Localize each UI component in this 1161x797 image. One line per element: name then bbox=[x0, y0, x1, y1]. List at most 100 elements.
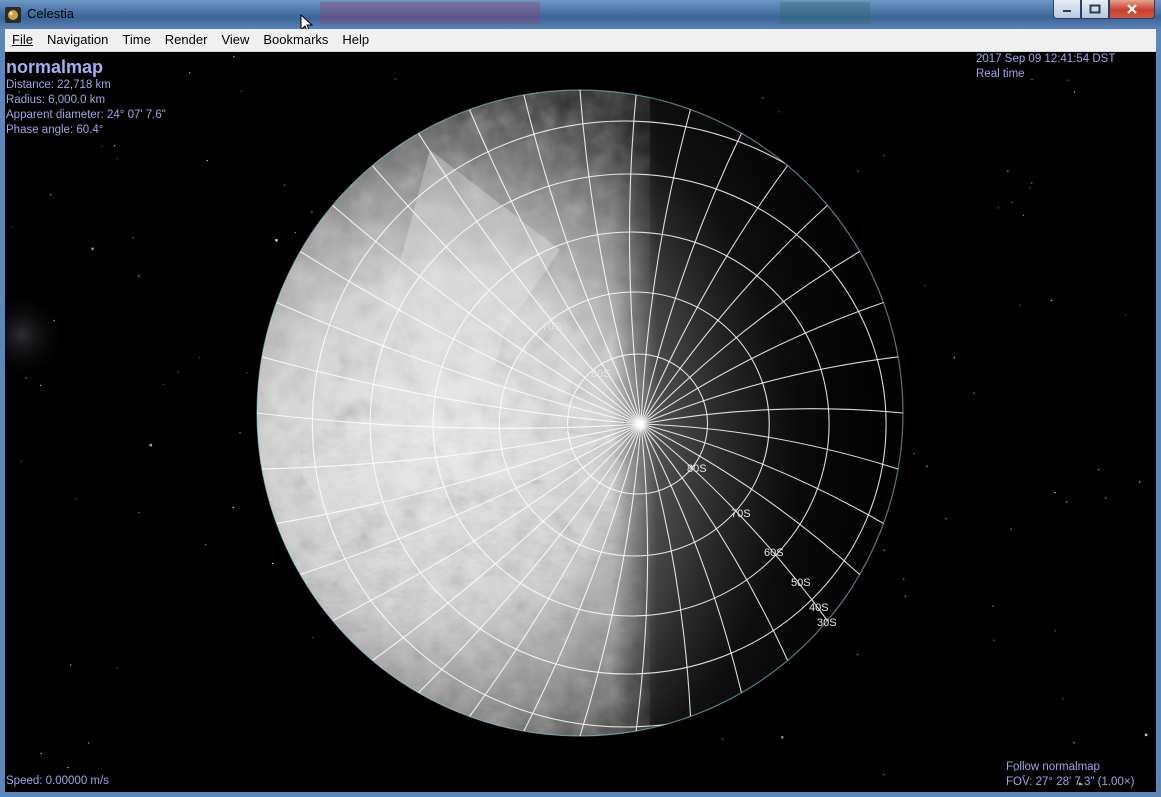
background-window-ghost bbox=[320, 2, 540, 24]
star bbox=[39, 384, 42, 387]
star bbox=[69, 664, 72, 666]
star bbox=[1098, 468, 1100, 471]
star bbox=[857, 170, 859, 172]
star bbox=[1062, 697, 1064, 700]
distance-readout: Distance: 22,718 km bbox=[6, 79, 111, 91]
star bbox=[1019, 304, 1021, 306]
close-button[interactable] bbox=[1109, 0, 1155, 19]
minimize-icon bbox=[1063, 10, 1071, 12]
celestia-app-icon[interactable] bbox=[5, 7, 21, 23]
star bbox=[973, 392, 975, 394]
star bbox=[75, 498, 77, 500]
planet-scene[interactable]: 70S 80S 80S 70S 60S 50S 40S 30S bbox=[5, 52, 1156, 792]
star bbox=[1054, 630, 1057, 632]
star bbox=[198, 356, 200, 358]
star bbox=[294, 231, 297, 234]
grid-label: 80S bbox=[591, 368, 611, 380]
menu-help[interactable]: Help bbox=[335, 29, 376, 51]
star bbox=[780, 735, 784, 739]
render-viewport[interactable]: 70S 80S 80S 70S 60S 50S 40S 30S bbox=[5, 52, 1156, 792]
star bbox=[50, 194, 52, 196]
star bbox=[924, 284, 926, 287]
star bbox=[272, 562, 274, 565]
star bbox=[926, 465, 928, 467]
close-icon bbox=[1127, 4, 1137, 14]
star bbox=[394, 78, 397, 80]
star bbox=[1144, 733, 1148, 737]
grid-label: 80S bbox=[687, 463, 707, 475]
star bbox=[883, 154, 886, 157]
menu-time[interactable]: Time bbox=[115, 29, 157, 51]
star bbox=[1029, 186, 1031, 189]
star bbox=[239, 432, 241, 434]
star bbox=[246, 372, 248, 374]
menu-render[interactable]: Render bbox=[158, 29, 215, 51]
distant-glow bbox=[5, 290, 67, 380]
star bbox=[721, 738, 724, 740]
star bbox=[1010, 528, 1012, 530]
datetime-readout: 2017 Sep 09 12:41:54 DST bbox=[976, 53, 1116, 65]
menu-file-label: File bbox=[12, 32, 33, 47]
camera-panel: Follow normalmap FOV: 27° 28' 7.3" (1.00… bbox=[1006, 760, 1134, 790]
star bbox=[232, 506, 234, 509]
grid-label: 60S bbox=[764, 547, 784, 559]
star bbox=[240, 90, 243, 93]
star bbox=[138, 275, 140, 277]
menu-bar: File Navigation Time Render View Bookmar… bbox=[5, 29, 1156, 52]
star bbox=[188, 72, 191, 74]
window-frame-bottom bbox=[0, 792, 1161, 797]
star bbox=[233, 55, 235, 58]
star bbox=[1073, 742, 1075, 744]
minimize-button[interactable] bbox=[1053, 0, 1081, 19]
star bbox=[138, 512, 140, 514]
window-frame-right bbox=[1156, 29, 1161, 797]
speed-readout: Speed: 0.00000 m/s bbox=[6, 775, 109, 787]
star bbox=[882, 773, 885, 776]
star bbox=[1066, 501, 1068, 503]
star bbox=[205, 543, 207, 546]
star bbox=[1054, 491, 1056, 494]
star bbox=[1031, 182, 1033, 184]
time-panel: 2017 Sep 09 12:41:54 DST Real time bbox=[976, 52, 1115, 82]
speed-panel: Speed: 0.00000 m/s bbox=[6, 774, 109, 789]
follow-mode-readout: Follow normalmap bbox=[1006, 761, 1100, 773]
fov-readout: FOV: 27° 28' 7.3" (1.00×) bbox=[1006, 776, 1135, 788]
star bbox=[1104, 497, 1107, 499]
star bbox=[275, 238, 278, 242]
star bbox=[91, 247, 94, 251]
star bbox=[1050, 299, 1053, 302]
menu-file[interactable]: File bbox=[5, 29, 40, 51]
star bbox=[206, 159, 209, 162]
star bbox=[904, 595, 906, 598]
star bbox=[993, 639, 995, 641]
window-title-bar[interactable]: Celestia bbox=[0, 0, 1161, 34]
target-name: normalmap bbox=[6, 57, 104, 77]
menu-time-label: Time bbox=[122, 32, 151, 47]
planet-normalmap[interactable] bbox=[250, 85, 904, 745]
star bbox=[149, 443, 153, 447]
star bbox=[1073, 91, 1076, 93]
grid-label: 70S bbox=[731, 508, 751, 520]
menu-view-label: View bbox=[221, 32, 250, 47]
maximize-icon bbox=[1089, 4, 1101, 14]
star bbox=[67, 766, 69, 769]
star bbox=[953, 356, 956, 359]
star bbox=[992, 605, 994, 607]
star bbox=[997, 207, 999, 209]
window-title: Celestia bbox=[27, 6, 74, 21]
grid-label: 70S bbox=[542, 321, 562, 333]
menu-view[interactable]: View bbox=[214, 29, 256, 51]
grid-label: 30S bbox=[817, 617, 837, 629]
star bbox=[132, 237, 134, 239]
star bbox=[1124, 314, 1127, 316]
star bbox=[116, 667, 118, 669]
menu-bookmarks[interactable]: Bookmarks bbox=[256, 29, 335, 51]
star bbox=[945, 518, 947, 520]
grid-label: 40S bbox=[809, 602, 829, 614]
target-info-panel: normalmap Distance: 22,718 km Radius: 6,… bbox=[6, 56, 166, 138]
star bbox=[1022, 214, 1025, 216]
star bbox=[1007, 170, 1009, 172]
apparent-diameter-readout: Apparent diameter: 24° 07' 7.6" bbox=[6, 109, 166, 121]
menu-navigation[interactable]: Navigation bbox=[40, 29, 115, 51]
maximize-button[interactable] bbox=[1081, 0, 1109, 19]
